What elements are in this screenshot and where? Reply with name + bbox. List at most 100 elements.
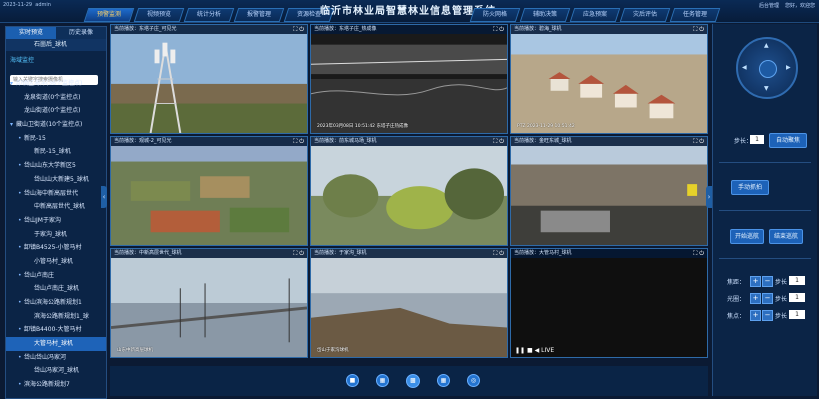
close-stream-icon[interactable]: ⏻ xyxy=(499,138,504,145)
ptz-row-label: 焦点： xyxy=(727,313,746,320)
tree-node[interactable]: 大管马村_球机 xyxy=(6,337,106,351)
tree-node[interactable]: ▾ 卸镇区海洋(36个监控点) xyxy=(6,77,106,91)
ptz-up-icon[interactable]: ▲ xyxy=(764,42,769,49)
close-stream-icon[interactable]: ⏻ xyxy=(299,26,304,33)
manual-capture-button[interactable]: 手动抓拍 xyxy=(731,180,769,195)
nav-tab-left-2[interactable]: 统计分析 xyxy=(183,8,235,22)
ptz-row-step-label: 步长 xyxy=(775,279,788,286)
close-stream-icon[interactable]: ⏻ xyxy=(699,250,704,257)
nav-tab-right-0[interactable]: 防火网格 xyxy=(469,8,521,22)
close-stream-icon[interactable]: ⏻ xyxy=(699,26,704,33)
fullscreen-icon[interactable]: ⛶ xyxy=(493,138,497,145)
layout-button-0[interactable]: ■ xyxy=(346,374,359,387)
tree-node[interactable]: • 岱山岱山冯家河 xyxy=(6,351,106,365)
tree-node[interactable]: 岱山冯家河_球机 xyxy=(6,364,106,378)
ptz-row-step-input[interactable]: 1 xyxy=(789,276,805,285)
tree-node-label: 岱山卢南庄_球机 xyxy=(34,285,80,293)
tree-node[interactable]: 中新高层世代_球机 xyxy=(6,200,106,214)
fullscreen-icon[interactable]: ⛶ xyxy=(293,138,297,145)
close-stream-icon[interactable]: ⏻ xyxy=(499,250,504,257)
video-tile[interactable]: 当前播放：中新高层世代_球机 ⛶ ⏻ 山东中新高层球机 xyxy=(110,248,308,358)
admin-link[interactable]: 后台管理 xyxy=(759,2,779,9)
tree-node[interactable]: 龙山街道(0个监控点) xyxy=(6,104,106,118)
tree-node[interactable]: 岱山山大新建5_球机 xyxy=(6,173,106,187)
nav-tab-right-1[interactable]: 辅助决策 xyxy=(519,8,571,22)
ptz-down-icon[interactable]: ▼ xyxy=(764,85,769,92)
auto-focus-button[interactable]: 自动聚焦 xyxy=(769,133,807,148)
nav-tab-right-3[interactable]: 灾后评估 xyxy=(619,8,671,22)
tree-node[interactable]: • 岱山山东大学新区5 xyxy=(6,159,106,173)
tree-node[interactable]: • 卸镇B4525-小管马村 xyxy=(6,241,106,255)
tab-history-video[interactable]: 历史录像 xyxy=(56,27,106,39)
tree-node[interactable]: 岱山卢南庄_球机 xyxy=(6,282,106,296)
nav-label: 预警监测 xyxy=(96,11,121,18)
nav-tab-right-2[interactable]: 应急预案 xyxy=(569,8,621,22)
video-tile[interactable]: 当前播放：金旺东城_球机 ⛶ ⏻ xyxy=(510,136,708,246)
video-tile[interactable]: 当前播放：前东城马场_球机 ⛶ ⏻ xyxy=(310,136,508,246)
tree-node[interactable]: 滨海公路新规划1_球 xyxy=(6,310,106,324)
tree-node[interactable]: 新民-15_球机 xyxy=(6,145,106,159)
close-stream-icon[interactable]: ⏻ xyxy=(299,250,304,257)
nav-tab-left-1[interactable]: 视频预览 xyxy=(133,8,185,22)
collapse-sidebar-button[interactable]: ‹ xyxy=(101,186,107,208)
video-tile[interactable]: 当前播放：东塔子庄_可见光 ⛶ ⏻ xyxy=(110,24,308,134)
video-tile[interactable]: 当前播放：东塔子庄_热成像 ⛶ ⏻ 2023年03月08日 10:51:42 东塔子… xyxy=(310,24,508,134)
layout-button-1[interactable]: ▦ xyxy=(376,374,389,387)
fullscreen-icon[interactable]: ⛶ xyxy=(293,26,297,33)
volume-icon[interactable]: ◀ xyxy=(535,347,540,354)
tree-node[interactable]: • 滨海公路新规划7 xyxy=(6,378,106,392)
tree-node[interactable]: • 卸镇B4400-大管马村 xyxy=(6,323,106,337)
video-title-text: 当前播放：中新高层世代_球机 xyxy=(114,250,182,256)
ptz-joystick[interactable]: ▲ ▼ ◀ ▶ xyxy=(736,37,798,99)
tab-realtime-preview[interactable]: 实时预览 xyxy=(6,27,56,39)
tree-node[interactable]: • 岱山JM于家沟 xyxy=(6,214,106,228)
pause-icon[interactable]: ❚❚ xyxy=(515,347,525,354)
stop-patrol-button[interactable]: 结束巡航 xyxy=(769,229,803,244)
tree-node[interactable]: • 新民-15 xyxy=(6,132,106,146)
start-patrol-button[interactable]: 开始巡航 xyxy=(730,229,764,244)
ptz-right-icon[interactable]: ▶ xyxy=(786,64,791,71)
video-tile[interactable]: 当前播放：于家沟_球机 ⛶ ⏻ 岱山于家沟球机 xyxy=(310,248,508,358)
tree-node[interactable]: 小管马村_球机 xyxy=(6,255,106,269)
welcome-text: 您好，欢迎您 xyxy=(784,3,815,9)
layout-button-3[interactable]: ▦ xyxy=(437,374,450,387)
ptz-row-step-input[interactable]: 1 xyxy=(789,293,805,302)
fullscreen-icon[interactable]: ⛶ xyxy=(493,250,497,257)
layout-button-4[interactable]: ◎ xyxy=(467,374,480,387)
video-title-text: 当前播放：大管马村_球机 xyxy=(514,250,572,256)
step-input[interactable]: 1 xyxy=(750,135,764,144)
ptz-minus-button[interactable]: − xyxy=(762,310,773,321)
nav-tab-right-4[interactable]: 任务管理 xyxy=(669,8,721,22)
ptz-minus-button[interactable]: − xyxy=(762,293,773,304)
video-tile[interactable]: 当前播放：观城-2_可见光 ⛶ ⏻ xyxy=(110,136,308,246)
stop-icon[interactable]: ■ xyxy=(527,347,533,354)
fullscreen-icon[interactable]: ⛶ xyxy=(493,26,497,33)
fullscreen-icon[interactable]: ⛶ xyxy=(693,26,697,33)
ptz-minus-button[interactable]: − xyxy=(762,276,773,287)
tree-node[interactable]: • 岱山滨海公路新规划1 xyxy=(6,296,106,310)
tree-node[interactable]: 于家沟_球机 xyxy=(6,228,106,242)
close-stream-icon[interactable]: ⏻ xyxy=(699,138,704,145)
layout-button-2[interactable]: ▩ xyxy=(406,374,420,388)
tree-node[interactable]: 龙泉街道(0个监控点) xyxy=(6,91,106,105)
tree-node[interactable]: • 岱山卢南庄 xyxy=(6,269,106,283)
tree-node-label: 新民-15 xyxy=(24,134,46,142)
ptz-plus-button[interactable]: + xyxy=(750,310,761,321)
ptz-plus-button[interactable]: + xyxy=(750,293,761,304)
fullscreen-icon[interactable]: ⛶ xyxy=(693,138,697,145)
video-tile[interactable]: 当前播放：大管马村_球机 ⛶ ⏻ ❚❚ ■ ◀ LIVE xyxy=(510,248,708,358)
ptz-row-step-input[interactable]: 1 xyxy=(789,310,805,319)
ptz-left-icon[interactable]: ◀ xyxy=(742,64,747,71)
video-frame xyxy=(311,25,507,133)
close-stream-icon[interactable]: ⏻ xyxy=(299,138,304,145)
fullscreen-icon[interactable]: ⛶ xyxy=(293,250,297,257)
video-tile[interactable]: 当前播放：碧海_球机 ⛶ ⏻ PTZ 2023-11-29 10:51:42 xyxy=(510,24,708,134)
nav-tab-left-3[interactable]: 报警管理 xyxy=(233,8,285,22)
ptz-center[interactable] xyxy=(759,60,777,78)
ptz-plus-button[interactable]: + xyxy=(750,276,761,287)
tree-node[interactable]: • 岱山海中新高层世代 xyxy=(6,187,106,201)
tree-node[interactable]: ▾ 藏山卫街道(10个监控点) xyxy=(6,118,106,132)
fullscreen-icon[interactable]: ⛶ xyxy=(693,250,697,257)
close-stream-icon[interactable]: ⏻ xyxy=(499,26,504,33)
nav-tab-left-0[interactable]: 预警监测 xyxy=(83,8,135,22)
